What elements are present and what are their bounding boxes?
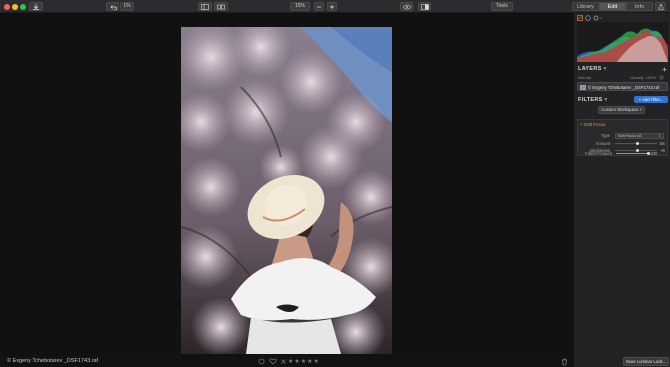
heart-icon[interactable] — [269, 358, 277, 365]
save-luminar-look-button[interactable]: Save Luminar Look... — [623, 357, 669, 366]
amount-slider-handle[interactable] — [636, 142, 640, 145]
opacity-label[interactable]: Opacity: 100% — [630, 75, 656, 80]
type-label: Type — [600, 133, 610, 138]
zoom-percent-select[interactable]: 15% — [290, 2, 310, 11]
type-value: Soft Focus #2 — [618, 134, 642, 138]
add-layer-icon[interactable] — [662, 67, 667, 72]
compare-button[interactable] — [214, 2, 228, 11]
layers-title[interactable]: LAYERS ▾ — [578, 66, 607, 72]
zoom-out-button[interactable] — [314, 2, 324, 11]
bottom-bar: © Evgeny Tchebotarev _DSF1743.raf ★★★★★ — [0, 356, 573, 367]
trash-icon[interactable] — [561, 358, 568, 366]
sidebar-toggle-button[interactable] — [198, 2, 212, 11]
eye-icon — [402, 4, 411, 10]
preview-button[interactable] — [400, 2, 413, 11]
image-canvas[interactable] — [0, 13, 573, 356]
cherry-blossom-photo — [181, 27, 392, 354]
filter-name[interactable]: Soft Focus — [584, 122, 606, 127]
reject-icon[interactable] — [280, 358, 287, 365]
zoom-value-button[interactable]: 1% — [120, 2, 134, 11]
window-close-button[interactable] — [4, 3, 10, 10]
undo-icon — [110, 5, 117, 10]
import-icon — [33, 4, 39, 10]
layer-name: © Evgeny Tchebotarev _DSF1743.raf — [588, 84, 660, 90]
tab-edit[interactable]: Edit — [599, 2, 626, 11]
zoom-in-button[interactable] — [327, 2, 337, 11]
compare-icon — [217, 4, 225, 10]
image-filename: © Evgeny Tchebotarev _DSF1743.raf — [7, 358, 99, 364]
filters-title[interactable]: FILTERS ▾ — [578, 97, 608, 103]
histogram-icon[interactable] — [577, 15, 583, 21]
add-filter-button[interactable]: + Add Filter... — [634, 96, 668, 103]
filters-title-text: FILTERS — [578, 97, 603, 103]
brightness-slider-handle[interactable] — [635, 149, 639, 152]
gear-icon[interactable] — [593, 15, 602, 21]
brightness-value: +6 — [660, 148, 665, 153]
plus-icon — [330, 5, 334, 9]
right-panel: LAYERS ▾ Normal Opacity: 100% © Evgeny T… — [573, 13, 670, 367]
undo-button[interactable] — [106, 2, 119, 11]
split-view-icon — [420, 4, 429, 10]
histogram — [577, 22, 668, 63]
type-select[interactable]: Soft Focus #2 ⇕ — [615, 133, 664, 139]
chevron-updown-icon: ⇕ — [657, 134, 661, 138]
layers-title-text: LAYERS — [578, 66, 602, 72]
tools-menu-button[interactable]: Tools — [491, 2, 513, 11]
layer-thumbnail-icon — [580, 84, 586, 90]
workspace-label: Custom Workspace — [601, 107, 639, 112]
tab-info[interactable]: Info — [626, 2, 653, 11]
layers-stack-icon[interactable] — [585, 15, 591, 21]
share-icon — [658, 4, 663, 10]
flag-icon[interactable] — [258, 358, 266, 365]
star-rating[interactable]: ★★★★★ — [288, 358, 320, 365]
share-button[interactable] — [655, 2, 666, 11]
photo-preview[interactable] — [181, 27, 392, 354]
blend-mode-select[interactable]: Normal — [578, 75, 591, 80]
window-minimize-button[interactable] — [12, 3, 18, 10]
filters-amount-value: 100 — [650, 151, 657, 156]
filters-amount-fill — [616, 153, 648, 154]
top-toolbar: 1% 15% Tools Library Edit Info — [0, 0, 670, 13]
amount-value: 54 — [660, 141, 665, 146]
amount-label: Amount — [595, 141, 610, 146]
histogram-graph — [577, 28, 668, 63]
layer-settings-icon[interactable] — [659, 75, 667, 80]
tab-library[interactable]: Library — [572, 2, 599, 11]
import-button[interactable] — [29, 2, 43, 11]
chevron-down-icon[interactable] — [580, 123, 583, 126]
filters-amount-label: Filters Amount — [585, 151, 612, 156]
window-zoom-button[interactable] — [20, 3, 26, 10]
split-view-button[interactable] — [418, 2, 431, 11]
layer-row[interactable]: © Evgeny Tchebotarev _DSF1743.raf — [577, 82, 668, 91]
workspace-select[interactable]: Custom Workspace ▾ — [598, 106, 645, 114]
minus-icon — [317, 6, 321, 8]
sidebar-icon — [201, 4, 209, 10]
